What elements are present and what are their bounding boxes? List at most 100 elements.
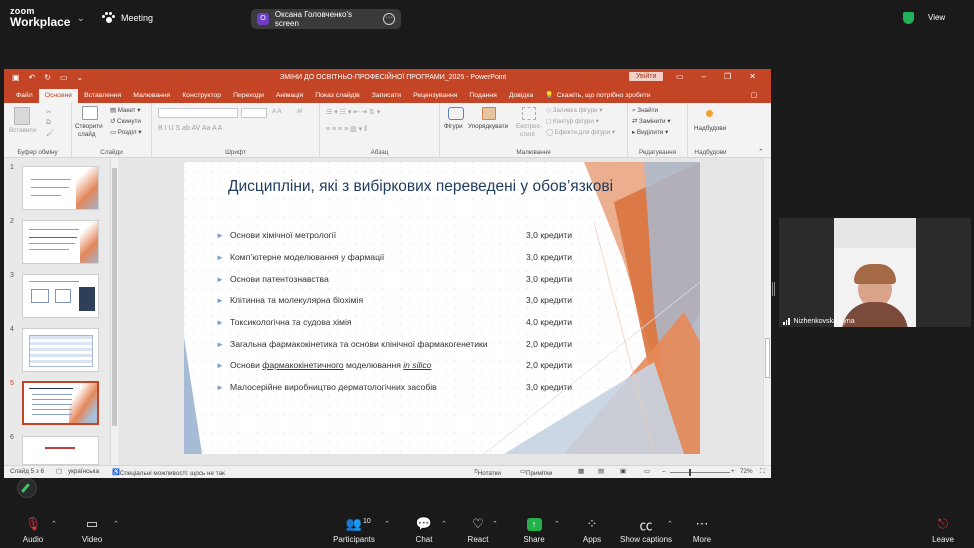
reset-button[interactable]: ↺ Скинути <box>110 118 141 125</box>
comments-icon[interactable]: ▢ <box>745 89 763 103</box>
arrange-button[interactable]: Упорядкувати <box>468 123 508 130</box>
list-item[interactable]: ► Малосерійне виробництво дерматологічни… <box>216 382 596 392</box>
list-item[interactable]: ► Основи фармакокінетичного моделювання … <box>216 360 596 370</box>
slideshow-icon[interactable]: ▭ <box>644 468 650 475</box>
list-buttons[interactable]: ☰ ▾ ☷ ▾ ⇤ ⇥ ⇅ ▾ <box>326 108 380 116</box>
chat-button[interactable]: 💬 Chat <box>410 514 438 544</box>
font-name-field[interactable] <box>158 108 238 118</box>
zoom-level[interactable]: 72% <box>740 468 753 475</box>
zoom-slider[interactable] <box>670 472 730 473</box>
addins-button[interactable]: Надбудови <box>694 125 726 132</box>
accessibility-checker[interactable]: ♿ Спеціальні можливості: щось не так <box>112 468 225 477</box>
sign-in-button[interactable]: Увійти <box>629 72 664 81</box>
tab-design[interactable]: Конструктор <box>176 89 227 103</box>
layout-button[interactable]: ▤ Макет ▾ <box>110 107 140 114</box>
collapse-ribbon-icon[interactable]: ⌃ <box>758 148 764 156</box>
list-item[interactable]: ► Клітинна та молекулярна біохімія 3,0 к… <box>216 295 596 305</box>
ribbon-display-icon[interactable]: ▭ <box>676 72 684 81</box>
language-indicator[interactable]: українська <box>68 468 99 475</box>
tab-draw[interactable]: Малювання <box>127 89 176 103</box>
tab-record[interactable]: Записати <box>366 89 407 103</box>
shape-outline-button[interactable]: ◻ Контур фігури ▾ <box>546 118 599 125</box>
replace-button[interactable]: ⇄ Замінити ▾ <box>632 118 670 125</box>
view-button[interactable]: View <box>928 13 945 22</box>
format-painter-icon[interactable]: 🖌 <box>46 129 54 137</box>
new-slide-icon[interactable] <box>82 106 98 120</box>
screen-share-indicator[interactable]: O Оксана Головченко's screen ··· <box>251 9 401 29</box>
font-format-buttons[interactable]: B I U S ab AV Aa A A <box>158 125 222 132</box>
thumbnails-scrollbar[interactable] <box>110 158 118 465</box>
chevron-down-icon[interactable]: ⌄ <box>77 13 85 24</box>
participant-video-tile[interactable]: Nizhenkovska Iryna <box>779 218 971 327</box>
paste-button[interactable]: Вставити <box>9 127 36 134</box>
video-button[interactable]: ▭ Video <box>76 514 108 544</box>
quick-styles-label-2[interactable]: стилі <box>520 131 535 138</box>
tab-animations[interactable]: Анімація <box>270 89 309 103</box>
meeting-info-button[interactable]: Meeting <box>102 12 153 23</box>
more-options-icon[interactable]: ··· <box>383 13 395 25</box>
section-button[interactable]: ▭ Розділ ▾ <box>110 129 141 136</box>
start-from-beginning-icon[interactable]: ▭ <box>60 73 68 82</box>
current-slide[interactable]: Дисципліни, які з вибіркових переведені … <box>184 162 700 454</box>
participants-options-caret[interactable]: ⌃ <box>384 520 390 528</box>
redo-icon[interactable]: ↻ <box>44 73 51 82</box>
arrange-icon[interactable] <box>482 107 496 120</box>
zoom-out-button[interactable]: – <box>662 468 666 475</box>
apps-button[interactable]: ⁘ Apps <box>578 514 606 544</box>
shape-effects-button[interactable]: ◯ Ефекти для фігури ▾ <box>546 129 615 136</box>
captions-button[interactable]: ㏄ Show captions <box>618 514 674 545</box>
shapes-icon[interactable] <box>448 107 464 120</box>
share-options-caret[interactable]: ⌃ <box>554 520 560 528</box>
tab-help[interactable]: Довідка <box>503 89 539 103</box>
tab-transitions[interactable]: Переходи <box>227 89 270 103</box>
zoom-slider-thumb[interactable] <box>689 469 691 476</box>
font-size-buttons[interactable]: A A <box>272 108 281 115</box>
react-button[interactable]: ♡ React <box>464 514 492 544</box>
more-button[interactable]: ⋯ More <box>688 514 716 544</box>
video-options-caret[interactable]: ⌃ <box>113 520 119 528</box>
font-size-field[interactable] <box>241 108 267 118</box>
tell-me-box[interactable]: 💡 Скажіть, що потрібно зробити <box>539 89 656 103</box>
tab-slideshow[interactable]: Показ слайдів <box>309 89 366 103</box>
align-buttons[interactable]: ≡ ≡ ≡ ≡ ▥ ▾ ⫴ <box>326 125 367 134</box>
paste-icon[interactable] <box>14 107 30 125</box>
addins-icon[interactable] <box>706 110 713 117</box>
slide-thumbnail-6[interactable] <box>22 436 99 465</box>
new-slide-label-1[interactable]: Створити <box>75 123 103 130</box>
annotate-pen-icon[interactable] <box>17 478 37 498</box>
fit-slide-icon[interactable]: ⛶ <box>760 468 764 476</box>
quick-styles-icon[interactable] <box>522 107 536 120</box>
captions-options-caret[interactable]: ⌃ <box>667 520 673 528</box>
shield-check-icon[interactable] <box>903 12 914 24</box>
cut-icon[interactable]: ✂ <box>46 109 51 116</box>
react-options-caret[interactable]: ⌃ <box>492 520 498 528</box>
slide-thumbnail-2[interactable] <box>22 220 99 264</box>
list-item[interactable]: ► Основи хімічної метрології 3,0 кредити <box>216 230 596 240</box>
zoom-in-button[interactable]: + <box>731 468 735 475</box>
shapes-button[interactable]: Фігури <box>444 123 463 130</box>
slide-scrollbar[interactable] <box>763 158 771 465</box>
audio-button[interactable]: 🎙 Audio <box>18 514 48 544</box>
list-item[interactable]: ► Основи патентознавства 3,0 кредити <box>216 274 596 284</box>
clear-format-icon[interactable]: A̸ <box>297 108 301 115</box>
maximize-icon[interactable]: ❐ <box>724 72 731 81</box>
copy-icon[interactable]: ⧉ <box>46 119 51 127</box>
slide-thumbnail-4[interactable] <box>22 328 99 372</box>
comments-button[interactable]: ▭ Примітки <box>520 468 552 477</box>
find-button[interactable]: ⌕ Знайти <box>632 107 658 115</box>
audio-options-caret[interactable]: ⌃ <box>51 520 57 528</box>
slide-thumbnail-5[interactable] <box>22 381 99 425</box>
list-item[interactable]: ► Загальна фармакокінетика та основи клі… <box>216 339 596 349</box>
notes-button[interactable]: ≡ Нотатки <box>474 468 501 477</box>
shape-fill-button[interactable]: ◇ Заливка фігури ▾ <box>546 107 602 114</box>
tab-review[interactable]: Рецензування <box>407 89 463 103</box>
panel-resize-handle[interactable] <box>772 282 775 296</box>
save-icon[interactable]: ▣ <box>12 73 20 82</box>
slide-thumbnail-3[interactable] <box>22 274 99 318</box>
select-button[interactable]: ▸ Виділити ▾ <box>632 129 668 136</box>
tab-insert[interactable]: Вставлення <box>78 89 127 103</box>
list-item[interactable]: ► Токсикологічна та судова хімія 4,0 кре… <box>216 317 596 327</box>
tab-file[interactable]: Файл <box>10 89 39 103</box>
spellcheck-icon[interactable]: ▢ <box>56 468 62 475</box>
quick-styles-label-1[interactable]: Експрес- <box>516 123 542 130</box>
